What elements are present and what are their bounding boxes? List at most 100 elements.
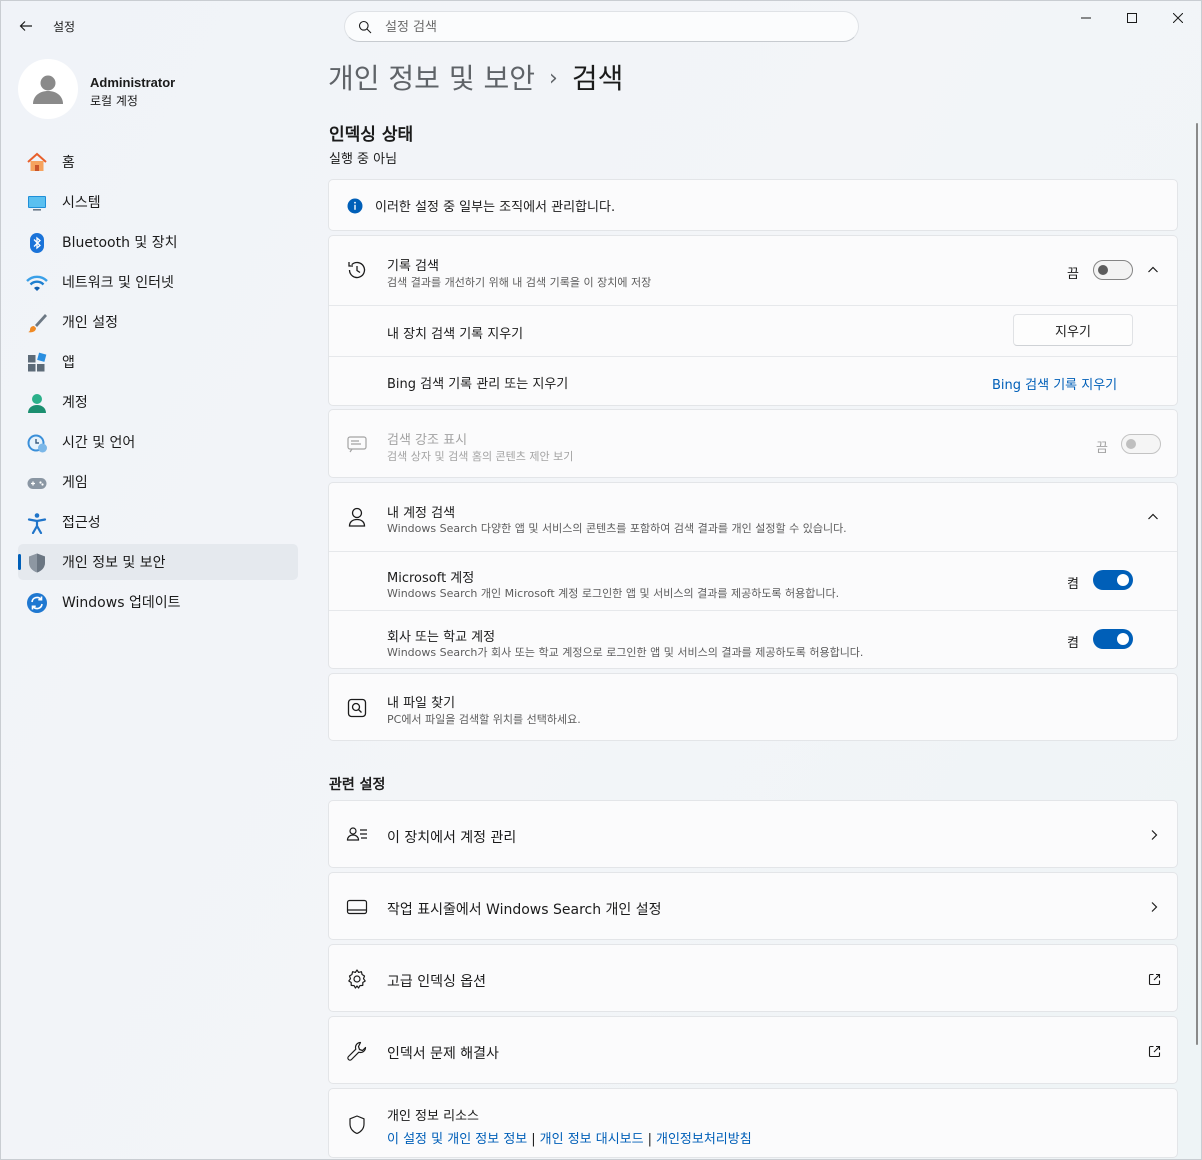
related-item-label: 고급 인덱싱 옵션 [387, 974, 487, 990]
sidebar-item-network[interactable]: 네트워크 및 인터넷 [18, 264, 298, 300]
privacy-links: 이 설정 및 개인 정보 정보 | 개인 정보 대시보드 | 개인정보처리방침 [387, 1132, 752, 1147]
chevron-up-icon[interactable] [1145, 262, 1161, 278]
clear-device-history-label: 내 장치 검색 기록 지우기 [387, 327, 524, 342]
account-icon [26, 392, 48, 414]
sidebar-item-label: Bluetooth 및 장치 [62, 235, 178, 251]
gaming-icon [26, 472, 48, 494]
sidebar-item-apps[interactable]: 앱 [18, 344, 298, 380]
external-link-icon [1146, 971, 1162, 987]
history-search-row[interactable]: 기록 검색 검색 결과를 개선하기 위해 내 검색 기록을 이 장치에 저장 끔 [329, 236, 1177, 305]
bing-history-row: Bing 검색 기록 관리 또는 지우기 Bing 검색 기록 지우기 [329, 357, 1177, 407]
sidebar-item-windows-update[interactable]: Windows 업데이트 [18, 584, 298, 620]
work-school-account-row: 회사 또는 학교 계정 Windows Search가 회사 또는 학교 계정으… [329, 611, 1177, 669]
apps-icon [26, 352, 48, 374]
wifi-icon [26, 272, 48, 294]
search-highlights-title: 검색 강조 표시 [387, 433, 468, 448]
history-search-title: 기록 검색 [387, 259, 439, 274]
sidebar-item-bluetooth[interactable]: Bluetooth 및 장치 [18, 224, 298, 260]
clear-history-button[interactable]: 지우기 [1013, 314, 1133, 346]
find-files-card[interactable]: 내 파일 찾기 PC에서 파일을 검색할 위치를 선택하세요. [328, 673, 1178, 741]
account-search-card: 내 계정 검색 Windows Search 다양한 앱 및 서비스의 콘텐츠를… [328, 482, 1178, 669]
account-search-desc: Windows Search 다양한 앱 및 서비스의 콘텐츠를 포함하여 검색… [387, 522, 847, 535]
search-highlights-icon [345, 432, 369, 456]
related-item-indexer-troubleshooter[interactable]: 인덱서 문제 해결사 [328, 1016, 1178, 1084]
brush-icon [26, 312, 48, 334]
sidebar-item-accounts[interactable]: 계정 [18, 384, 298, 420]
system-icon [26, 192, 48, 214]
history-icon [345, 258, 369, 282]
bing-history-label: Bing 검색 기록 관리 또는 지우기 [387, 377, 569, 392]
sidebar-item-time-language[interactable]: 시간 및 언어 [18, 424, 298, 460]
sidebar-item-system[interactable]: 시스템 [18, 184, 298, 220]
sidebar-item-label: 앱 [62, 355, 75, 371]
work-school-account-desc: Windows Search가 회사 또는 학교 계정으로 로그인한 앱 및 서… [387, 646, 864, 659]
sidebar-item-label: 게임 [62, 475, 88, 491]
sidebar-item-accessibility[interactable]: 접근성 [18, 504, 298, 540]
privacy-resources-title: 개인 정보 리소스 [387, 1109, 479, 1124]
breadcrumb-parent[interactable]: 개인 정보 및 보안 [328, 62, 535, 95]
chevron-right-icon [1146, 827, 1162, 843]
microsoft-account-row: Microsoft 계정 Windows Search 개인 Microsoft… [329, 552, 1177, 610]
info-icon [343, 194, 367, 218]
work-school-account-toggle[interactable] [1093, 629, 1133, 649]
time-language-icon [26, 432, 48, 454]
sidebar-item-label: 계정 [62, 395, 88, 411]
wrench-icon [345, 1039, 369, 1063]
close-icon [1173, 13, 1183, 23]
external-link-icon [1146, 1043, 1162, 1059]
app-title: 설정 [53, 20, 76, 34]
minimize-button[interactable] [1063, 1, 1109, 35]
history-search-toggle[interactable] [1093, 260, 1133, 280]
settings-window: 설정 Administrator 로컬 계정 [0, 0, 1202, 1160]
privacy-link-settings-info[interactable]: 이 설정 및 개인 정보 정보 [387, 1132, 527, 1147]
maximize-icon [1127, 13, 1137, 23]
accessibility-icon [26, 512, 48, 534]
search-box[interactable] [344, 11, 859, 42]
indexing-status: 실행 중 아님 [329, 152, 398, 167]
back-arrow-icon [19, 21, 32, 31]
close-button[interactable] [1155, 1, 1201, 35]
shield-outline-icon [345, 1113, 369, 1137]
search-icon [358, 19, 372, 38]
sidebar-item-home[interactable]: 홈 [18, 144, 298, 180]
work-school-account-title: 회사 또는 학교 계정 [387, 630, 496, 645]
history-search-desc: 검색 결과를 개선하기 위해 내 검색 기록을 이 장치에 저장 [387, 276, 652, 289]
title-bar: 설정 [1, 1, 1201, 49]
search-input[interactable] [385, 17, 845, 37]
sidebar-item-label: 개인 정보 및 보안 [62, 555, 166, 571]
related-item-advanced-indexing[interactable]: 고급 인덱싱 옵션 [328, 944, 1178, 1012]
related-item-manage-accounts[interactable]: 이 장치에서 계정 관리 [328, 800, 1178, 868]
microsoft-account-state: 켬 [1067, 577, 1079, 592]
microsoft-account-desc: Windows Search 개인 Microsoft 계정 로그인한 앱 및 … [387, 587, 840, 600]
sidebar-item-gaming[interactable]: 게임 [18, 464, 298, 500]
breadcrumb: 개인 정보 및 보안 › 검색 [328, 57, 623, 97]
back-button[interactable] [13, 13, 39, 39]
account-search-row[interactable]: 내 계정 검색 Windows Search 다양한 앱 및 서비스의 콘텐츠를… [329, 483, 1177, 551]
maximize-button[interactable] [1109, 1, 1155, 35]
search-highlights-card: 검색 강조 표시 검색 상자 및 검색 홈의 콘텐츠 제안 보기 끔 [328, 409, 1178, 478]
sidebar-item-personalization[interactable]: 개인 설정 [18, 304, 298, 340]
bing-history-link[interactable]: Bing 검색 기록 지우기 [992, 374, 1117, 393]
microsoft-account-toggle[interactable] [1093, 570, 1133, 590]
sidebar-item-privacy-security[interactable]: 개인 정보 및 보안 [18, 544, 298, 580]
managed-notice-card: 이러한 설정 중 일부는 조직에서 관리합니다. [328, 179, 1178, 231]
privacy-link-dashboard[interactable]: 개인 정보 대시보드 [540, 1132, 644, 1147]
person-icon [345, 505, 369, 529]
chevron-up-icon[interactable] [1145, 509, 1161, 525]
microsoft-account-title: Microsoft 계정 [387, 571, 475, 586]
history-search-card: 기록 검색 검색 결과를 개선하기 위해 내 검색 기록을 이 장치에 저장 끔… [328, 235, 1178, 406]
work-school-account-state: 켬 [1067, 636, 1079, 651]
user-avatar-icon [33, 75, 63, 104]
sidebar-item-label: 시간 및 언어 [62, 435, 136, 451]
sidebar-item-label: 개인 설정 [62, 315, 118, 331]
profile-account-type: 로컬 계정 [90, 94, 138, 108]
related-item-taskbar-search[interactable]: 작업 표시줄에서 Windows Search 개인 설정 [328, 872, 1178, 940]
related-item-label: 작업 표시줄에서 Windows Search 개인 설정 [387, 902, 662, 918]
shield-icon [26, 552, 48, 574]
update-icon [26, 592, 48, 614]
vertical-scrollbar[interactable] [1196, 123, 1198, 1045]
search-highlights-state: 끔 [1096, 441, 1108, 456]
home-icon [26, 152, 48, 174]
sidebar-item-label: 네트워크 및 인터넷 [62, 275, 174, 291]
privacy-link-policy[interactable]: 개인정보처리방침 [656, 1132, 752, 1147]
